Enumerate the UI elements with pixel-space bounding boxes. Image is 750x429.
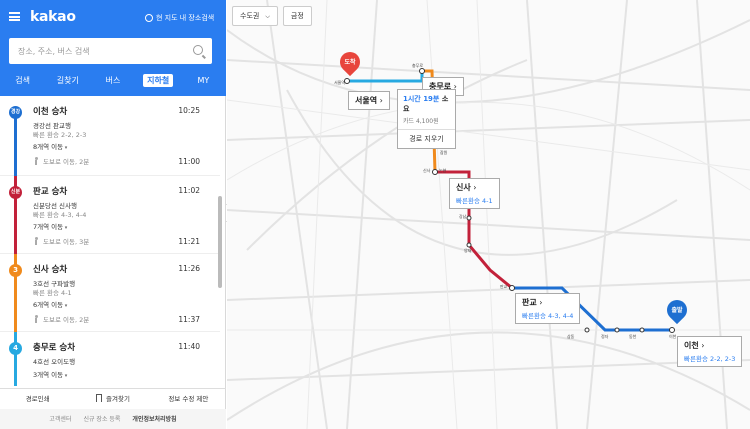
- total-travel-time: 1시간 19분 소요: [403, 95, 449, 113]
- leg-title: 판교 승차: [33, 187, 68, 197]
- leg-depart-time: 11:40: [178, 342, 200, 351]
- station-small-label: 판교: [500, 284, 508, 289]
- station-small-label: 신사: [423, 168, 431, 173]
- print-route-button[interactable]: 경로인쇄: [0, 389, 75, 409]
- customer-center-link[interactable]: 고객센터: [49, 409, 71, 429]
- line-stroke: [14, 332, 17, 386]
- route-leg: 4 충무로 승차 11:40 4호선 오이도행 3개역 이동: [0, 332, 220, 386]
- leg-title: 이천 승차: [33, 107, 68, 117]
- walking-icon: [33, 237, 39, 245]
- station-callout-pangyo[interactable]: 판교 빠른환승 4-3, 4-4: [515, 293, 581, 324]
- leg-stops-toggle[interactable]: 7개역 이동: [33, 221, 67, 231]
- main-tabs: 검색 길찾기 버스 지하철 MY: [0, 72, 226, 90]
- leg-arrive-time: 11:21: [178, 237, 200, 246]
- station-small-label: 동천: [629, 334, 637, 339]
- station-callout-sinsa[interactable]: 신사 빠른환승 4-1: [449, 178, 500, 209]
- map-top-controls: 수도권 ⌵ 금정: [232, 6, 312, 26]
- line-stroke: [14, 112, 17, 176]
- station-small-label: 삼동: [567, 334, 575, 339]
- footer-actions: 경로인쇄 즐겨찾기 정보 수정 제안: [0, 389, 226, 409]
- station-small-label: 서울역: [334, 80, 346, 85]
- subway-map-canvas: [227, 0, 750, 429]
- kakaomap-logo[interactable]: kakaomap: [30, 9, 750, 429]
- leg-arrive-time: 11:00: [178, 157, 200, 166]
- station-small-label: 논현: [439, 168, 447, 173]
- sidebar-header: kakaomap 현 지도 내 장소검색 검색 길찾기 버스 지하철 MY: [0, 0, 750, 429]
- search-icon[interactable]: [193, 45, 203, 55]
- new-place-link[interactable]: 신규 장소 등록: [83, 409, 120, 429]
- tab-bus[interactable]: 버스: [90, 72, 135, 90]
- leg-fast-transfer: 빠른 환승 2-2, 2-3: [33, 131, 87, 139]
- search-input[interactable]: [9, 38, 179, 64]
- tab-search[interactable]: 검색: [0, 72, 45, 90]
- leg-title: 충무로 승차: [33, 343, 76, 353]
- leg-stops-toggle[interactable]: 6개역 이동: [33, 299, 67, 309]
- line-badge: 신분: [9, 186, 22, 199]
- leg-fast-transfer: 빠른 환승 4-1: [33, 289, 72, 297]
- tab-subway[interactable]: 지하철: [136, 72, 181, 90]
- privacy-policy-link[interactable]: 개인정보처리방침: [132, 409, 176, 429]
- walking-icon: [33, 315, 39, 323]
- station-small-label: 잠원: [440, 150, 448, 155]
- report-edit-button[interactable]: 정보 수정 제안: [151, 389, 226, 409]
- leg-line-name: 4호선 오이도행: [33, 358, 76, 366]
- leg-depart-time: 11:02: [178, 186, 200, 195]
- station-callout-icheon[interactable]: 이천 빠른환승 2-2, 2-3: [677, 336, 743, 367]
- clear-route-button[interactable]: 경로 지우기: [398, 129, 455, 148]
- subway-map[interactable]: 수도권 ⌵ 금정 서울역 충무로 논현 신사 잠원 강남 양재 판교 삼동 이천 …: [227, 0, 750, 429]
- footer-links: 고객센터 신규 장소 등록 개인정보처리방침: [0, 409, 226, 429]
- bookmark-button[interactable]: 즐겨찾기: [75, 389, 150, 409]
- tab-directions[interactable]: 길찾기: [45, 72, 90, 90]
- station-small-label: 충무로: [412, 63, 424, 68]
- leg-walk: 도보로 이동, 3분: [33, 236, 89, 246]
- route-steps-list: 경강 이천 승차 10:25 경강선 판교행 빠른 환승 2-2, 2-3 8개…: [0, 96, 226, 386]
- hamburger-menu-icon[interactable]: [9, 12, 20, 21]
- card-fare: 카드 4,100원: [403, 118, 439, 125]
- search-box: [9, 38, 212, 64]
- leg-stops-toggle[interactable]: 3개역 이동: [33, 369, 67, 379]
- sidebar: kakaomap 현 지도 내 장소검색 검색 길찾기 버스 지하철 MY 경강…: [0, 0, 750, 429]
- bookmark-icon: [96, 394, 103, 402]
- region-select[interactable]: 수도권 ⌵: [232, 6, 278, 26]
- leg-stops-toggle[interactable]: 8개역 이동: [33, 141, 67, 151]
- route-leg: 신분 판교 승차 11:02 신분당선 신사행 빠른 환승 4-3, 4-4 7…: [0, 176, 220, 254]
- line-badge: 경강: [9, 106, 22, 119]
- leg-fast-transfer: 빠른 환승 4-3, 4-4: [33, 211, 87, 219]
- leg-walk: 도보로 이동, 2분: [33, 314, 89, 324]
- station-small-label: 양재: [464, 248, 472, 253]
- destination-pin[interactable]: 도착: [335, 47, 365, 78]
- origin-pin[interactable]: 출발: [662, 295, 692, 326]
- fare-button[interactable]: 금정: [282, 6, 312, 26]
- station-small-label: 이천: [669, 334, 677, 339]
- sidebar-scrollbar[interactable]: [218, 196, 222, 288]
- leg-arrive-time: 11:37: [178, 315, 200, 324]
- route-leg: 경강 이천 승차 10:25 경강선 판교행 빠른 환승 2-2, 2-3 8개…: [0, 96, 220, 176]
- leg-depart-time: 10:25: [178, 106, 200, 115]
- leg-depart-time: 11:26: [178, 264, 200, 273]
- line-badge: 4: [9, 342, 22, 355]
- leg-title: 신사 승차: [33, 265, 68, 275]
- tab-my[interactable]: MY: [181, 72, 226, 90]
- route-summary-box: 1시간 19분 소요 카드 4,100원 경로 지우기: [397, 89, 456, 149]
- chevron-down-icon: ⌵: [265, 13, 270, 20]
- station-small-label: 강남: [459, 214, 467, 219]
- leg-walk: 도보로 이동, 2분: [33, 156, 89, 166]
- line-badge: 3: [9, 264, 22, 277]
- sidebar-footer: 경로인쇄 즐겨찾기 정보 수정 제안 고객센터 신규 장소 등록 개인정보처리방…: [0, 388, 226, 429]
- radio-icon: [145, 14, 153, 22]
- station-callout-seoul[interactable]: 서울역: [348, 91, 390, 110]
- walking-icon: [33, 157, 39, 165]
- station-small-label: 정자: [601, 334, 609, 339]
- route-leg: 3 신사 승차 11:26 3호선 구파발행 빠른 환승 4-1 6개역 이동 …: [0, 254, 220, 332]
- nearby-search-toggle[interactable]: 현 지도 내 장소검색: [145, 13, 214, 23]
